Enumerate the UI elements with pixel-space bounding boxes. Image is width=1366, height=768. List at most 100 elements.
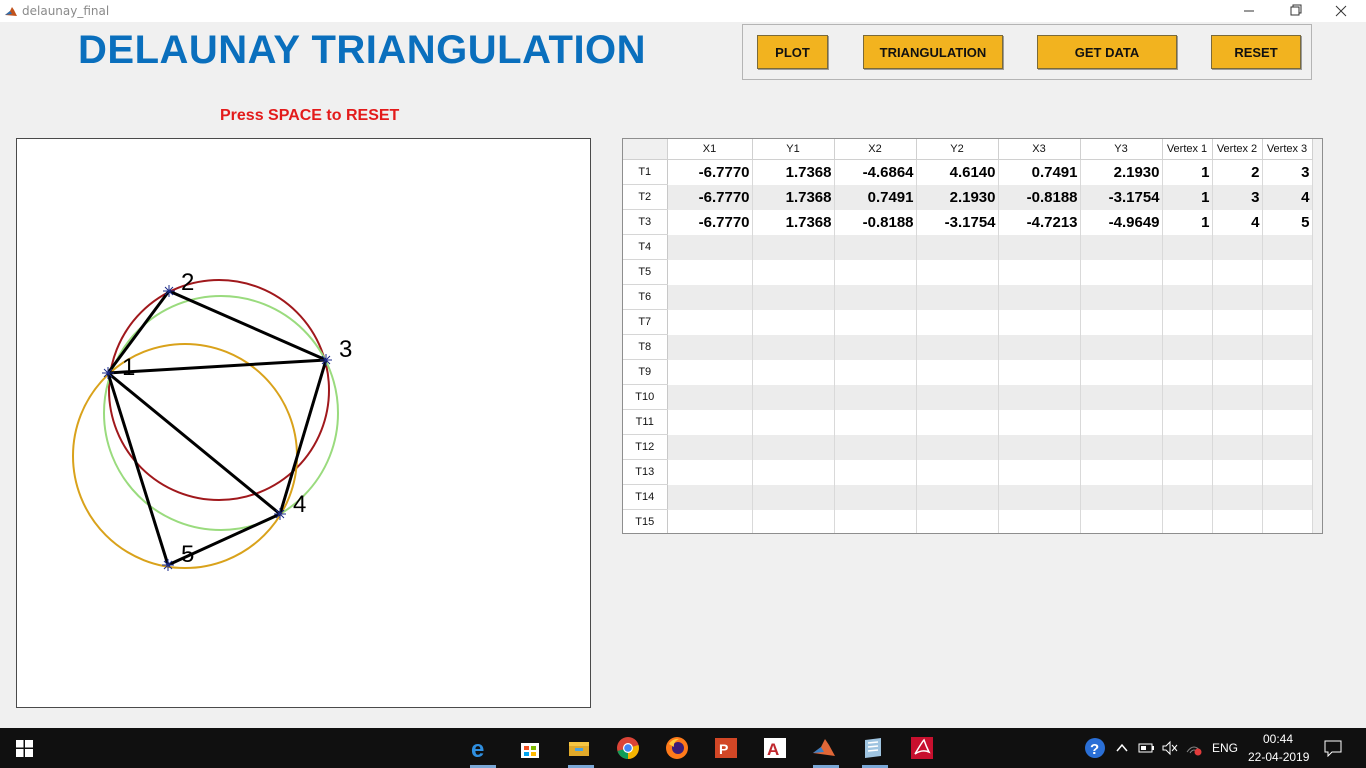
table-cell[interactable]: 1 bbox=[1162, 184, 1213, 210]
table-cell[interactable] bbox=[1212, 359, 1263, 385]
table-cell[interactable] bbox=[834, 384, 917, 410]
table-cell[interactable] bbox=[667, 484, 753, 510]
table-cell[interactable] bbox=[667, 459, 753, 485]
table-cell[interactable] bbox=[1262, 234, 1313, 260]
table-cell[interactable] bbox=[916, 509, 999, 533]
table-cell[interactable] bbox=[998, 459, 1081, 485]
table-cell[interactable] bbox=[1080, 434, 1163, 460]
table-cell[interactable] bbox=[752, 284, 835, 310]
table-cell[interactable]: 4 bbox=[1262, 184, 1313, 210]
clock-date[interactable]: 22-04-2019 bbox=[1248, 750, 1309, 764]
table-cell[interactable] bbox=[1162, 409, 1213, 435]
table-cell[interactable]: 5 bbox=[1262, 209, 1313, 235]
table-cell[interactable] bbox=[752, 509, 835, 533]
row-header[interactable]: T15 bbox=[623, 509, 668, 533]
table-cell[interactable]: -0.8188 bbox=[834, 209, 917, 235]
table-cell[interactable]: 1.7368 bbox=[752, 159, 835, 185]
table-cell[interactable] bbox=[752, 434, 835, 460]
table-cell[interactable] bbox=[667, 359, 753, 385]
table-cell[interactable] bbox=[1262, 434, 1313, 460]
table-cell[interactable] bbox=[1262, 409, 1313, 435]
table-cell[interactable] bbox=[1162, 309, 1213, 335]
matlab-icon[interactable] bbox=[812, 736, 836, 760]
table-row[interactable]: T3 -6.7770 1.7368 -0.8188 -3.1754 -4.7213 -4.9… bbox=[623, 209, 1313, 235]
table-cell[interactable]: 1 bbox=[1162, 159, 1213, 185]
table-cell[interactable] bbox=[1212, 384, 1263, 410]
row-header[interactable]: T4 bbox=[623, 234, 668, 260]
table-cell[interactable] bbox=[1262, 359, 1313, 385]
table-cell[interactable] bbox=[1262, 309, 1313, 335]
table-cell[interactable]: -3.1754 bbox=[1080, 184, 1163, 210]
table-cell[interactable] bbox=[1080, 409, 1163, 435]
table-cell[interactable] bbox=[1080, 284, 1163, 310]
table-cell[interactable]: 4.6140 bbox=[916, 159, 999, 185]
table-cell[interactable] bbox=[752, 409, 835, 435]
table-row[interactable]: T5 bbox=[623, 259, 1313, 285]
table-cell[interactable] bbox=[998, 434, 1081, 460]
table-cell[interactable] bbox=[752, 259, 835, 285]
table-cell[interactable] bbox=[916, 334, 999, 360]
table-cell[interactable]: 0.7491 bbox=[998, 159, 1081, 185]
speaker-muted-icon[interactable] bbox=[1161, 740, 1179, 756]
table-cell[interactable] bbox=[1212, 259, 1263, 285]
table-cell[interactable] bbox=[1262, 334, 1313, 360]
table-cell[interactable] bbox=[834, 334, 917, 360]
table-row[interactable]: T7 bbox=[623, 309, 1313, 335]
clock-time[interactable]: 00:44 bbox=[1263, 732, 1293, 746]
table-row[interactable]: T15 bbox=[623, 509, 1313, 533]
table-cell[interactable] bbox=[1080, 459, 1163, 485]
table-row[interactable]: T10 bbox=[623, 384, 1313, 410]
table-cell[interactable]: -0.8188 bbox=[998, 184, 1081, 210]
table-cell[interactable]: 0.7491 bbox=[834, 184, 917, 210]
powerpoint-icon[interactable]: P bbox=[714, 736, 738, 760]
table-cell[interactable] bbox=[998, 409, 1081, 435]
row-header[interactable]: T1 bbox=[623, 159, 668, 185]
table-cell[interactable] bbox=[1080, 384, 1163, 410]
table-cell[interactable] bbox=[998, 334, 1081, 360]
row-header[interactable]: T7 bbox=[623, 309, 668, 335]
table-cell[interactable]: 2.1930 bbox=[1080, 159, 1163, 185]
table-cell[interactable] bbox=[834, 284, 917, 310]
table-cell[interactable] bbox=[834, 434, 917, 460]
minimize-button[interactable] bbox=[1226, 0, 1272, 22]
table-cell[interactable] bbox=[1162, 334, 1213, 360]
table-cell[interactable] bbox=[1262, 284, 1313, 310]
file-explorer-icon[interactable] bbox=[567, 736, 591, 760]
table-cell[interactable] bbox=[1262, 259, 1313, 285]
table-cell[interactable] bbox=[834, 234, 917, 260]
chrome-icon[interactable] bbox=[616, 736, 640, 760]
table-cell[interactable] bbox=[667, 259, 753, 285]
table-cell[interactable] bbox=[752, 334, 835, 360]
table-cell[interactable] bbox=[916, 459, 999, 485]
table-cell[interactable]: -4.6864 bbox=[834, 159, 917, 185]
table-cell[interactable] bbox=[1162, 384, 1213, 410]
column-header[interactable]: X2 bbox=[834, 139, 917, 160]
table-cell[interactable] bbox=[916, 409, 999, 435]
table-cell[interactable]: 3 bbox=[1212, 184, 1263, 210]
table-cell[interactable] bbox=[998, 259, 1081, 285]
table-cell[interactable] bbox=[1162, 509, 1213, 533]
plot-button[interactable]: PLOT bbox=[757, 35, 828, 69]
table-cell[interactable] bbox=[1080, 259, 1163, 285]
table-cell[interactable] bbox=[998, 384, 1081, 410]
table-cell[interactable] bbox=[667, 234, 753, 260]
table-row[interactable]: T9 bbox=[623, 359, 1313, 385]
table-cell[interactable] bbox=[998, 509, 1081, 533]
table-cell[interactable] bbox=[1080, 484, 1163, 510]
table-cell[interactable] bbox=[834, 359, 917, 385]
edge-browser-icon[interactable]: e bbox=[469, 736, 493, 763]
table-cell[interactable] bbox=[834, 309, 917, 335]
table-cell[interactable] bbox=[1212, 234, 1263, 260]
table-cell[interactable] bbox=[834, 259, 917, 285]
column-header[interactable]: Y3 bbox=[1080, 139, 1163, 160]
table-cell[interactable] bbox=[1162, 434, 1213, 460]
table-cell[interactable] bbox=[667, 284, 753, 310]
table-row[interactable]: T14 bbox=[623, 484, 1313, 510]
firefox-icon[interactable] bbox=[665, 736, 689, 760]
table-cell[interactable] bbox=[752, 484, 835, 510]
column-header[interactable]: Vertex 1 bbox=[1162, 139, 1213, 160]
table-cell[interactable] bbox=[1162, 484, 1213, 510]
table-cell[interactable] bbox=[667, 509, 753, 533]
table-cell[interactable] bbox=[1080, 509, 1163, 533]
table-cell[interactable] bbox=[1212, 309, 1263, 335]
